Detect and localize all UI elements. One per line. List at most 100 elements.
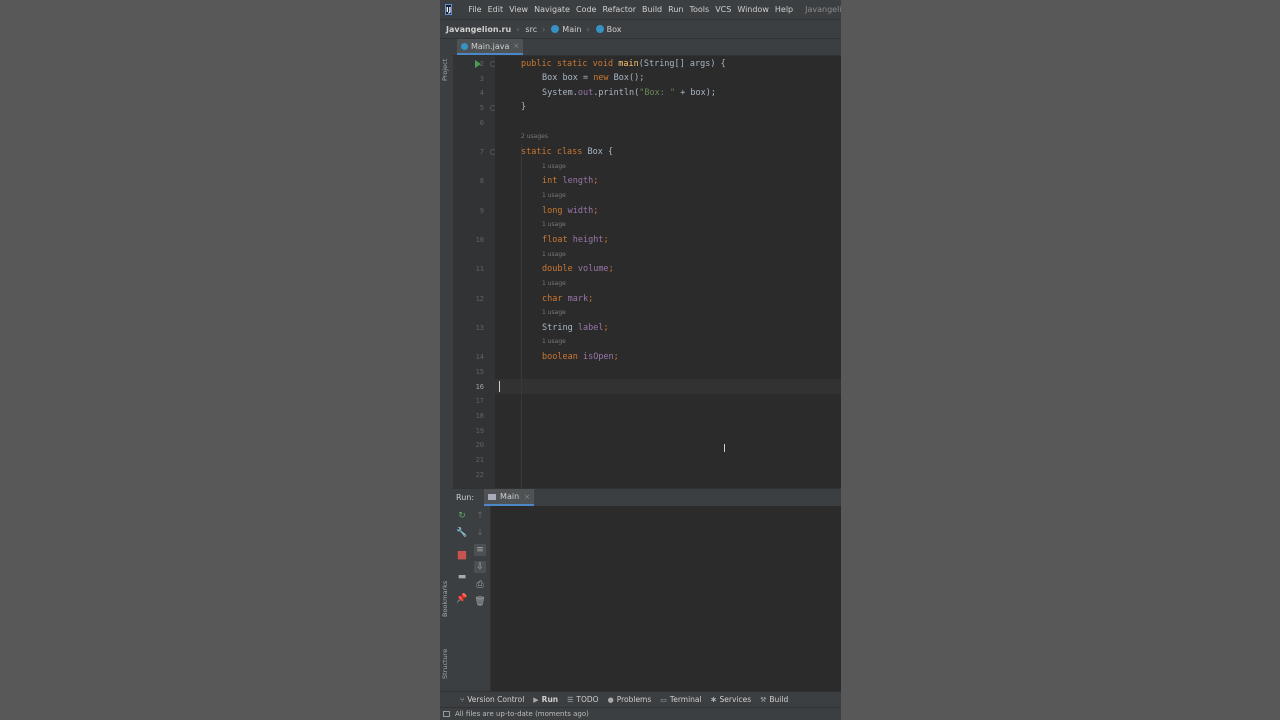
menu-code[interactable]: Code — [576, 5, 596, 14]
run-icon: ▶ — [533, 695, 539, 704]
breadcrumb-project[interactable]: Javangelion.ru — [446, 25, 511, 34]
chevron-right-icon: › — [516, 24, 520, 34]
line-number: 4 — [479, 89, 484, 97]
usage-hint[interactable]: 1 usage — [542, 280, 566, 287]
code-token: Box box = — [542, 73, 594, 83]
usage-hint[interactable]: 1 usage — [542, 163, 566, 170]
usages-hint[interactable]: 2 usages — [521, 133, 548, 140]
code-token: Box { — [587, 147, 614, 157]
line-number: 9 — [479, 207, 484, 215]
line-number: 7 — [479, 148, 484, 156]
stop-icon[interactable]: ■ — [456, 548, 468, 561]
breadcrumb-src[interactable]: src — [525, 25, 537, 34]
bottom-tab-label: Terminal — [669, 695, 702, 704]
code-token: .println( — [593, 88, 640, 98]
tab-services[interactable]: ✱ Services — [711, 695, 752, 704]
menu-edit[interactable]: Edit — [488, 5, 504, 14]
code-line: public static void main(String[] args) { — [521, 59, 726, 69]
breadcrumb-box[interactable]: Box — [607, 25, 622, 34]
menu-run[interactable]: Run — [668, 5, 683, 14]
close-icon[interactable]: × — [513, 42, 519, 50]
code-line: int length; — [542, 176, 599, 186]
code-line: float height; — [542, 235, 609, 245]
field-name: isOpen — [582, 352, 614, 362]
menu-view[interactable]: View — [509, 5, 528, 14]
usage-hint[interactable]: 1 usage — [542, 192, 566, 199]
code-editor[interactable]: public static void main(String[] args) {… — [495, 56, 841, 488]
code-line: } — [521, 102, 527, 112]
menu-build[interactable]: Build — [642, 5, 662, 14]
menu-file[interactable]: File — [468, 5, 481, 14]
menu-navigate[interactable]: Navigate — [534, 5, 570, 14]
code-token: new — [593, 73, 609, 83]
line-gutter: 2 3 4 5 6 7 8 9 10 11 12 13 14 15 16 17 … — [453, 56, 496, 488]
arrow-down-icon[interactable]: ↓ — [474, 527, 486, 539]
trash-icon[interactable]: 🗑 — [474, 596, 486, 608]
field-name: height — [572, 235, 604, 245]
tab-problems[interactable]: ● Problems — [608, 695, 652, 704]
tab-run-main[interactable]: Main × — [484, 489, 535, 506]
pin-icon[interactable]: 📌 — [456, 593, 468, 605]
breadcrumb-main[interactable]: Main — [562, 25, 581, 34]
line-number: 18 — [475, 412, 484, 420]
intellij-logo-icon[interactable]: IJ — [445, 4, 453, 15]
usage-hint[interactable]: 1 usage — [542, 338, 566, 345]
console-toolbar: ↑ ↓ ≡ ⇩ ⎙ 🗑 — [471, 506, 491, 691]
arrow-up-icon[interactable]: ↑ — [474, 510, 486, 522]
hammer-icon: ⚒ — [760, 695, 767, 704]
usage-hint[interactable]: 1 usage — [542, 251, 566, 258]
menu-window[interactable]: Window — [737, 5, 769, 14]
code-token: System. — [542, 88, 578, 98]
line-number: 20 — [475, 441, 484, 449]
code-line: double volume; — [542, 264, 614, 274]
usage-hint[interactable]: 1 usage — [542, 309, 566, 316]
line-number: 22 — [475, 471, 484, 479]
code-line: char mark; — [542, 294, 594, 304]
tab-todo[interactable]: ☰ TODO — [567, 695, 598, 704]
ide-window: IJ File Edit View Navigate Code Refactor… — [440, 0, 841, 720]
line-number: 3 — [479, 75, 484, 83]
rerun-icon[interactable]: ↻ — [456, 510, 468, 522]
breadcrumb: Javangelion.ru › src › Main › Box — [440, 19, 841, 39]
current-line-highlight — [495, 379, 841, 394]
code-line: String label; — [542, 323, 609, 333]
bottom-tab-label: TODO — [576, 695, 599, 704]
bookmarks-tool-button[interactable]: Bookmarks — [441, 581, 449, 617]
class-icon — [595, 25, 604, 33]
console-output[interactable] — [491, 506, 841, 691]
tab-version-control[interactable]: ⑂ Version Control — [460, 695, 524, 704]
tab-terminal[interactable]: ▭ Terminal — [660, 695, 701, 704]
code-token: out — [577, 88, 594, 98]
menu-refactor[interactable]: Refactor — [602, 5, 636, 14]
layout-icon[interactable]: ▬ — [456, 571, 468, 583]
editor-tabs: Main.java × — [453, 39, 841, 56]
window-icon[interactable] — [443, 711, 450, 717]
line-number: 6 — [479, 119, 484, 127]
close-icon[interactable]: × — [524, 493, 530, 501]
class-icon — [551, 25, 560, 33]
line-number: 5 — [479, 104, 484, 112]
menu-vcs[interactable]: VCS — [715, 5, 731, 14]
wrench-icon[interactable]: 🔧 — [456, 527, 468, 539]
status-bar: All files are up-to-date (moments ago) — [440, 707, 841, 720]
soft-wrap-icon[interactable]: ≡ — [474, 544, 486, 556]
menu-tools[interactable]: Tools — [689, 5, 709, 14]
project-tool-button[interactable]: Project — [441, 59, 449, 81]
tab-build[interactable]: ⚒ Build — [760, 695, 788, 704]
scroll-to-end-icon[interactable]: ⇩ — [474, 561, 486, 573]
print-icon[interactable]: ⎙ — [474, 579, 486, 591]
menu-help[interactable]: Help — [775, 5, 793, 14]
terminal-icon: ▭ — [660, 695, 667, 704]
tab-run[interactable]: ▶ Run — [533, 695, 558, 704]
usage-hint[interactable]: 1 usage — [542, 221, 566, 228]
structure-tool-button[interactable]: Structure — [441, 649, 449, 679]
line-number: 13 — [475, 324, 484, 332]
code-token: (String[] args) { — [638, 59, 726, 69]
code-line: Box box = new Box(); — [542, 73, 644, 83]
code-token: static class — [521, 147, 588, 157]
run-panel-label: Run: — [456, 493, 475, 502]
line-number: 11 — [475, 265, 484, 273]
bottom-tab-label: Run — [541, 695, 559, 704]
services-icon: ✱ — [710, 695, 717, 704]
tab-main-java[interactable]: Main.java × — [457, 39, 524, 55]
